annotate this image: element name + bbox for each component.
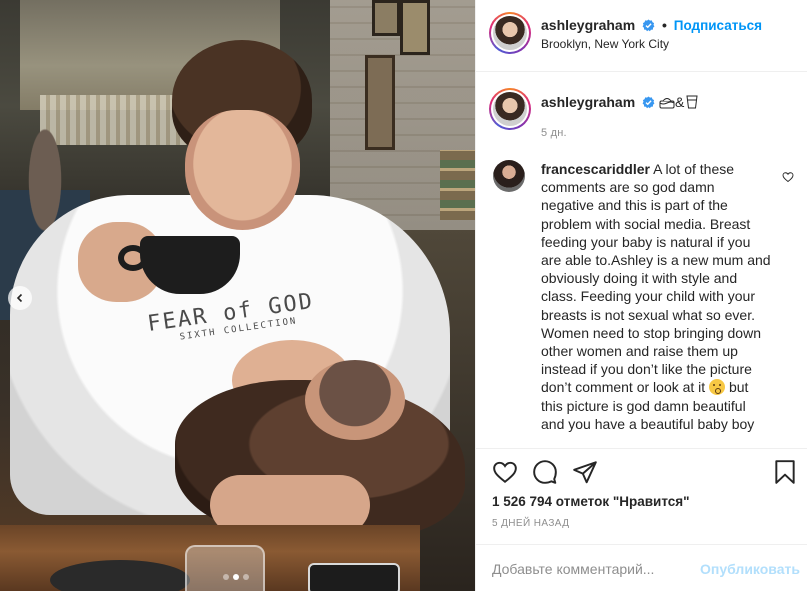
follow-button[interactable]: Подписаться [674, 18, 762, 33]
heart-icon [493, 461, 517, 483]
commenter-avatar[interactable] [493, 160, 525, 192]
carousel-prev-button[interactable] [8, 286, 32, 310]
post-header: ashleygraham • Подписаться Brooklyn, New… [476, 0, 807, 72]
caption-timestamp[interactable]: 5 дн. [541, 127, 567, 139]
cake-emoji-icon [659, 98, 675, 109]
milk-glass-emoji-icon [686, 95, 698, 109]
like-button[interactable] [492, 459, 518, 485]
location-link[interactable]: Brooklyn, New York City [541, 37, 669, 51]
caption-username-link[interactable]: ashleygraham [541, 94, 635, 110]
avatar[interactable] [489, 12, 531, 54]
flushed-face-emoji-icon [709, 379, 726, 396]
chevron-left-icon [16, 293, 23, 303]
carousel-dot[interactable] [243, 574, 249, 580]
add-comment-bar: Опубликовать [476, 544, 807, 591]
caption-ampersand: & [674, 94, 685, 110]
post-actions: 1 526 794 отметок "Нравится" 5 ДНЕЙ НАЗА… [476, 448, 807, 544]
carousel-dots [223, 574, 249, 580]
comment-text: francescariddler A lot of these comments… [541, 160, 771, 433]
verified-badge-icon [642, 96, 655, 109]
post-photo[interactable]: FEAR of GOD SIXTH COLLECTION [0, 0, 475, 591]
verified-badge-icon [642, 19, 655, 32]
baby-head [305, 360, 405, 440]
bookmark-icon [775, 460, 795, 484]
post-date[interactable]: 5 ДНЕЙ НАЗАД [492, 518, 569, 529]
wall-frame [372, 0, 400, 36]
glass [185, 545, 265, 591]
wall-frame [400, 0, 430, 55]
publish-button[interactable]: Опубликовать [700, 561, 800, 577]
likes-count[interactable]: 1 526 794 отметок "Нравится" [492, 494, 690, 509]
paper-plane-icon [573, 461, 597, 484]
separator-dot: • [661, 17, 667, 33]
carousel-dot[interactable] [223, 574, 229, 580]
face [185, 110, 300, 230]
share-button[interactable] [572, 459, 598, 485]
phone [308, 563, 400, 591]
carousel-dot-active[interactable] [233, 574, 239, 580]
comment-text-part-1: A lot of these comments are so god damn … [541, 161, 771, 396]
save-button[interactable] [772, 459, 798, 485]
comment-input[interactable] [492, 559, 692, 579]
avatar[interactable] [489, 88, 531, 130]
comment-like-heart-icon[interactable] [782, 171, 794, 183]
speech-bubble-icon [533, 460, 557, 484]
book-stack [440, 150, 475, 220]
comments-list[interactable]: ashleygraham & 5 дн. francescariddler A … [476, 72, 807, 448]
comment-button[interactable] [532, 459, 558, 485]
post-side-panel: ashleygraham • Подписаться Brooklyn, New… [475, 0, 807, 591]
wall-frame [365, 55, 395, 150]
username-link[interactable]: ashleygraham [541, 17, 635, 33]
caption-text: ashleygraham & [541, 94, 700, 110]
commenter-username-link[interactable]: francescariddler [541, 161, 650, 177]
